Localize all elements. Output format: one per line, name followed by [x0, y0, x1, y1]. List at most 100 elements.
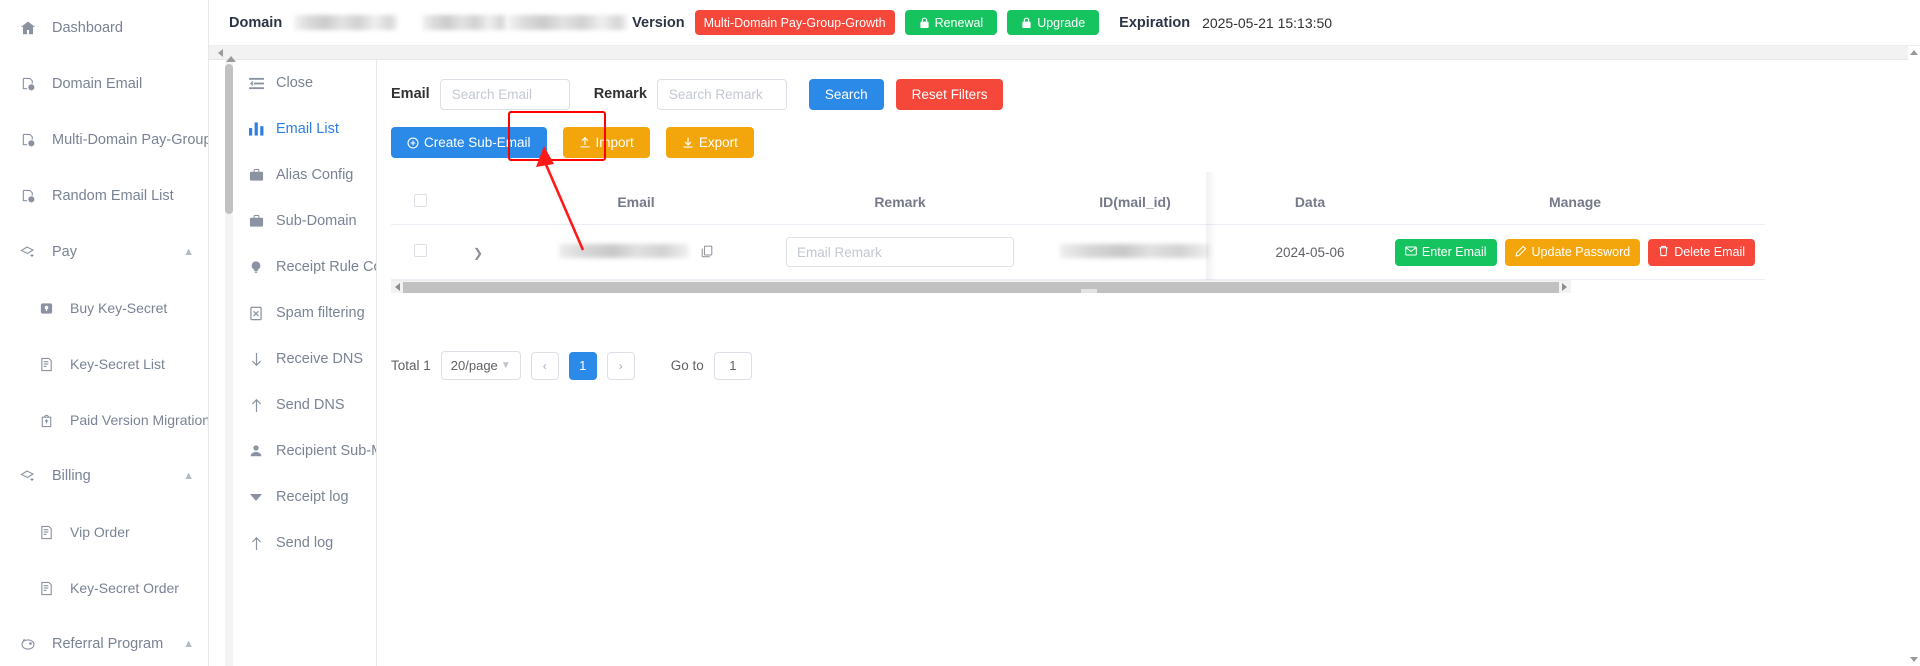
scrollbar-notch [1081, 289, 1097, 293]
mail-id-value-redacted [1060, 243, 1210, 258]
submenu-item-label: Recipient Sub-Mail [276, 443, 376, 459]
plus-circle-icon [407, 136, 419, 149]
sidebar-item-domain-email[interactable]: Domain Email [0, 56, 208, 112]
copy-icon[interactable] [701, 245, 713, 261]
submenu-item-close[interactable]: Close [239, 60, 376, 106]
submenu-item-alias-config[interactable]: Alias Config [239, 152, 376, 198]
sidebar-item-label: Referral Program [52, 636, 164, 652]
sidebar-item-vip-order[interactable]: Vip Order [0, 504, 208, 560]
submenu-item-label: Alias Config [276, 167, 354, 183]
table-scrollbar-thumb[interactable] [403, 281, 1559, 293]
row-date-cell: 2024-05-06 [1235, 224, 1385, 280]
list-doc-icon [36, 579, 56, 597]
delete-email-button[interactable]: Delete Email [1648, 238, 1756, 266]
submenu-item-receive-dns[interactable]: Receive DNS [239, 336, 376, 382]
triangle-down-icon [247, 491, 265, 503]
sidebar-item-key-secret-list[interactable]: Key-Secret List [0, 336, 208, 392]
update-password-button[interactable]: Update Password [1504, 238, 1641, 266]
sidebar-group-referral-program[interactable]: Referral Program ▲ [0, 616, 208, 666]
create-sub-email-button[interactable]: Create Sub-Email [391, 127, 547, 158]
next-page-button[interactable]: › [606, 351, 635, 380]
search-email-input[interactable] [439, 78, 570, 110]
action-bar: Create Sub-Email Import Export [391, 111, 1920, 161]
total-count-label: Total 1 [391, 358, 431, 373]
row-select-cell [391, 224, 449, 280]
expander-header [449, 184, 507, 225]
row-checkbox[interactable] [413, 244, 427, 257]
submenu-item-sub-domain[interactable]: Sub-Domain [239, 198, 376, 244]
globe-doc-icon [18, 131, 38, 149]
sidebar-item-label: Multi-Domain Pay-Group [52, 132, 209, 148]
scroll-down-icon[interactable] [1910, 657, 1918, 662]
create-sub-email-label: Create Sub-Email [424, 135, 531, 150]
submenu-item-label: Send DNS [276, 397, 345, 413]
collapse-icon [247, 77, 265, 90]
page-size-select[interactable]: 20/page ▼ [440, 351, 521, 380]
delete-email-label: Delete Email [1674, 245, 1746, 259]
version-label: Version [632, 14, 685, 31]
arrow-up-icon [247, 536, 265, 551]
domain-value-redacted-3 [508, 15, 629, 30]
scroll-left-icon[interactable] [395, 283, 400, 291]
sidebar-item-random-email-list[interactable]: Random Email List [0, 168, 208, 224]
app-root: Dashboard Domain Email Multi-Domain Pay-… [0, 0, 1920, 666]
sidebar-item-multi-domain-pay-group[interactable]: Multi-Domain Pay-Group [0, 112, 208, 168]
scroll-up-icon[interactable] [1910, 50, 1918, 55]
search-button[interactable]: Search [808, 78, 884, 110]
scroll-up-icon[interactable] [226, 56, 236, 62]
submenu-item-spam-filtering[interactable]: Spam filtering [239, 290, 376, 336]
top-header-bar: Domain Version Multi-Domain Pay-Group-Gr… [209, 0, 1920, 46]
submenu-item-receipt-rule-config[interactable]: Receipt Rule Config [239, 244, 376, 290]
submenu-item-label: Sub-Domain [276, 213, 357, 229]
renewal-button[interactable]: Renewal [904, 10, 998, 35]
sidebar-item-paid-version-migration[interactable]: Paid Version Migration [0, 392, 208, 448]
sidebar-group-billing[interactable]: Billing ▲ [0, 448, 208, 504]
email-table-wrap: Email Remark ID(mail_id) Data Manage ❯ E… [391, 172, 1920, 293]
sidebar-item-buy-key-secret[interactable]: Buy Key-Secret [0, 280, 208, 336]
update-password-label: Update Password [1531, 245, 1631, 259]
sidebar-item-key-secret-order[interactable]: Key-Secret Order [0, 560, 208, 616]
page-number-1[interactable]: 1 [568, 351, 597, 380]
filter-bar: Email Remark Search Reset Filters [391, 78, 1920, 110]
export-button[interactable]: Export [665, 127, 754, 158]
list-doc-icon [36, 355, 56, 373]
sidebar-item-label: Dashboard [52, 20, 123, 36]
submenu-item-receipt-log[interactable]: Receipt log [239, 474, 376, 520]
submenu-scrollbar-thumb[interactable] [225, 64, 233, 214]
sidebar-group-pay[interactable]: Pay ▲ [0, 224, 208, 280]
home-icon [18, 19, 38, 37]
reset-filters-button[interactable]: Reset Filters [895, 78, 1004, 110]
plan-badge[interactable]: Multi-Domain Pay-Group-Growth [694, 10, 895, 35]
table-horizontal-scrollbar[interactable] [391, 280, 1571, 293]
domain-label: Domain [229, 14, 283, 31]
submenu-item-send-dns[interactable]: Send DNS [239, 382, 376, 428]
submenu-item-email-list[interactable]: Email List [239, 106, 376, 152]
remark-filter-label: Remark [593, 86, 647, 102]
search-remark-input[interactable] [656, 78, 787, 110]
sidebar-item-dashboard[interactable]: Dashboard [0, 0, 208, 56]
expiration-label: Expiration [1119, 14, 1191, 31]
trash-icon [1658, 245, 1669, 260]
goto-page-input[interactable] [713, 351, 752, 380]
submenu-item-recipient-sub-mail[interactable]: Recipient Sub-Mail [239, 428, 376, 474]
prev-page-button[interactable]: ‹ [530, 351, 559, 380]
chevron-down-icon: ▼ [500, 360, 511, 371]
body-split: Close Email List Alias Config Sub-Domain… [209, 56, 1920, 666]
sidebar-item-label: Paid Version Migration [70, 412, 209, 428]
submenu-wrap: Close Email List Alias Config Sub-Domain… [209, 56, 377, 666]
globe-doc-icon [18, 187, 38, 205]
submenu-item-send-log[interactable]: Send log [239, 520, 376, 566]
enter-email-button[interactable]: Enter Email [1394, 238, 1497, 266]
chevron-right-icon[interactable]: ❯ [473, 246, 483, 260]
import-button[interactable]: Import [562, 127, 650, 158]
email-remark-input[interactable] [786, 237, 1014, 267]
scroll-right-icon[interactable] [1562, 283, 1567, 291]
collapse-left-icon[interactable] [218, 48, 223, 57]
select-all-checkbox[interactable] [413, 194, 427, 207]
upgrade-button[interactable]: Upgrade [1007, 10, 1100, 35]
page-scrollbar[interactable] [1908, 46, 1920, 666]
pagination-bar: Total 1 20/page ▼ ‹ 1 › Go to [391, 351, 1920, 380]
panel-collapse-strip[interactable] [209, 46, 1920, 60]
content-panel: Email Remark Search Reset Filters Create… [377, 60, 1920, 666]
person-icon [247, 444, 265, 458]
